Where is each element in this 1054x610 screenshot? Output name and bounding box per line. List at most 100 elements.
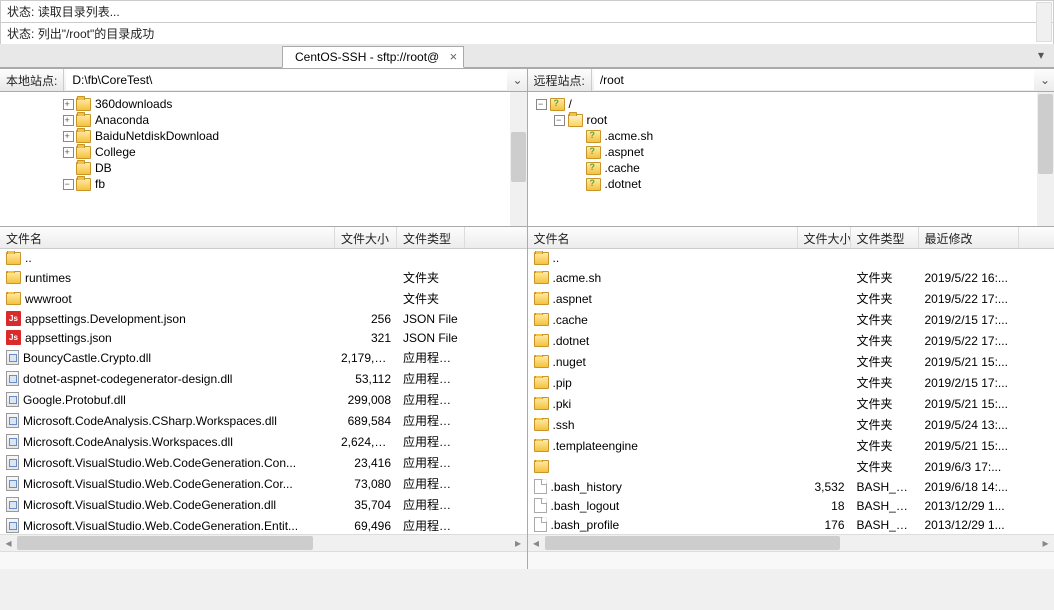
expand-icon[interactable] xyxy=(62,146,74,158)
tree-item[interactable]: .acme.sh xyxy=(528,128,1054,144)
local-hscroll[interactable]: ◂ ▸ xyxy=(0,534,527,551)
arrow-left-icon[interactable]: ◂ xyxy=(528,535,545,551)
file-row[interactable]: Microsoft.CodeAnalysis.Workspaces.dll2,6… xyxy=(0,431,527,452)
file-row[interactable]: Microsoft.VisualStudio.Web.CodeGeneratio… xyxy=(0,515,527,534)
dll-file-icon xyxy=(6,392,19,407)
file-row[interactable]: .pki文件夹2019/5/21 15:... xyxy=(528,393,1054,414)
file-size: 35,704 xyxy=(335,498,397,512)
file-row[interactable]: .dotnet文件夹2019/5/22 17:... xyxy=(528,330,1054,351)
remote-tree[interactable]: /root.acme.sh.aspnet.cache.dotnet xyxy=(528,92,1054,227)
col-name[interactable]: 文件名 xyxy=(0,227,335,248)
file-row[interactable]: Microsoft.CodeAnalysis.CSharp.Workspaces… xyxy=(0,410,527,431)
chevron-down-icon[interactable]: ▾ xyxy=(1032,46,1050,64)
tree-item[interactable]: / xyxy=(528,96,1054,112)
file-name: Microsoft.VisualStudio.Web.CodeGeneratio… xyxy=(23,498,276,512)
file-size: 2,624,944 xyxy=(335,435,397,449)
file-modified: 2019/5/21 15:... xyxy=(919,355,1019,369)
file-type: 应用程序扩 xyxy=(397,391,465,408)
file-row[interactable]: Google.Protobuf.dll299,008应用程序扩 xyxy=(0,389,527,410)
arrow-right-icon[interactable]: ▸ xyxy=(510,535,527,551)
file-row[interactable]: .bash_profile176BASH_PR...2013/12/29 1..… xyxy=(528,515,1054,534)
file-row[interactable]: .nuget文件夹2019/5/21 15:... xyxy=(528,351,1054,372)
tree-label: .aspnet xyxy=(605,145,644,159)
tree-item[interactable]: DB xyxy=(0,160,527,176)
dll-file-icon xyxy=(6,350,19,365)
file-row[interactable]: .. xyxy=(0,249,527,267)
file-row[interactable]: BouncyCastle.Crypto.dll2,179,584应用程序扩 xyxy=(0,347,527,368)
arrow-left-icon[interactable]: ◂ xyxy=(0,535,17,551)
expand-icon[interactable] xyxy=(62,98,74,110)
col-size[interactable]: 文件大小 xyxy=(798,227,851,248)
connection-tab[interactable]: CentOS-SSH - sftp://root@ × xyxy=(282,46,464,68)
file-row[interactable]: runtimes文件夹 xyxy=(0,267,527,288)
remote-hscroll[interactable]: ◂ ▸ xyxy=(528,534,1054,551)
tree-spacer xyxy=(572,130,584,142)
file-row[interactable]: .ssh文件夹2019/5/24 13:... xyxy=(528,414,1054,435)
file-row[interactable]: wwwroot文件夹 xyxy=(0,288,527,309)
expand-icon[interactable] xyxy=(62,114,74,126)
col-size[interactable]: 文件大小 xyxy=(335,227,397,248)
file-name: Microsoft.CodeAnalysis.CSharp.Workspaces… xyxy=(23,414,277,428)
expand-icon[interactable] xyxy=(62,130,74,142)
file-icon xyxy=(534,498,547,513)
file-name: appsettings.json xyxy=(25,331,112,345)
chevron-down-icon[interactable]: ⌄ xyxy=(1036,73,1054,87)
file-row[interactable]: .bash_history3,532BASH_HIS...2019/6/18 1… xyxy=(528,477,1054,496)
tree-scrollbar[interactable] xyxy=(1037,92,1054,226)
file-row[interactable]: Jsappsettings.Development.json256JSON Fi… xyxy=(0,309,527,328)
json-file-icon: Js xyxy=(6,311,21,326)
local-tree[interactable]: 360downloadsAnacondaBaiduNetdiskDownload… xyxy=(0,92,527,227)
unknown-folder-icon xyxy=(550,98,565,111)
col-type[interactable]: 文件类型 xyxy=(397,227,465,248)
local-file-list[interactable]: ..runtimes文件夹wwwroot文件夹Jsappsettings.Dev… xyxy=(0,249,527,534)
remote-path-bar: 远程站点: ⌄ xyxy=(528,68,1054,92)
arrow-right-icon[interactable]: ▸ xyxy=(1037,535,1054,551)
col-type[interactable]: 文件类型 xyxy=(851,227,919,248)
tree-item[interactable]: College xyxy=(0,144,527,160)
tree-label: DB xyxy=(95,161,112,175)
file-row[interactable]: Microsoft.VisualStudio.Web.CodeGeneratio… xyxy=(0,494,527,515)
tree-item[interactable]: root xyxy=(528,112,1054,128)
file-row[interactable]: Jsappsettings.json321JSON File xyxy=(0,328,527,347)
chevron-down-icon[interactable]: ⌄ xyxy=(509,73,527,87)
tree-item[interactable]: 360downloads xyxy=(0,96,527,112)
remote-path-input[interactable] xyxy=(594,70,1034,90)
file-row[interactable]: .cache文件夹2019/2/15 17:... xyxy=(528,309,1054,330)
collapse-icon[interactable] xyxy=(536,98,548,110)
tree-scrollbar[interactable] xyxy=(510,92,527,226)
tree-item[interactable]: fb xyxy=(0,176,527,192)
close-icon[interactable]: × xyxy=(450,49,458,64)
status-scrollbar[interactable] xyxy=(1036,2,1052,42)
tree-item[interactable]: Anaconda xyxy=(0,112,527,128)
file-name: Microsoft.VisualStudio.Web.CodeGeneratio… xyxy=(23,477,293,491)
file-row[interactable]: .acme.sh文件夹2019/5/22 16:... xyxy=(528,267,1054,288)
file-size: 256 xyxy=(335,312,397,326)
file-row[interactable]: .templateengine文件夹2019/5/21 15:... xyxy=(528,435,1054,456)
tree-item[interactable]: .cache xyxy=(528,160,1054,176)
remote-file-list[interactable]: ...acme.sh文件夹2019/5/22 16:....aspnet文件夹2… xyxy=(528,249,1054,534)
file-row[interactable]: Microsoft.VisualStudio.Web.CodeGeneratio… xyxy=(0,452,527,473)
tree-label: BaiduNetdiskDownload xyxy=(95,129,219,143)
folder-icon xyxy=(534,313,549,326)
remote-path-label: 远程站点: xyxy=(528,69,592,91)
collapse-icon[interactable] xyxy=(554,114,566,126)
file-modified: 2019/6/18 14:... xyxy=(919,480,1019,494)
tree-item[interactable]: .dotnet xyxy=(528,176,1054,192)
file-row[interactable]: .pip文件夹2019/2/15 17:... xyxy=(528,372,1054,393)
file-row[interactable]: .aspnet文件夹2019/5/22 17:... xyxy=(528,288,1054,309)
file-row[interactable]: .. xyxy=(528,249,1054,267)
remote-list-header[interactable]: 文件名 文件大小 文件类型 最近修改 xyxy=(528,227,1054,249)
file-row[interactable]: dotnet-aspnet-codegenerator-design.dll53… xyxy=(0,368,527,389)
file-name: .aspnet xyxy=(553,292,592,306)
tree-item[interactable]: .aspnet xyxy=(528,144,1054,160)
col-name[interactable]: 文件名 xyxy=(528,227,798,248)
file-row[interactable]: .bash_logout18BASH_LO...2013/12/29 1... xyxy=(528,496,1054,515)
file-row[interactable]: Microsoft.VisualStudio.Web.CodeGeneratio… xyxy=(0,473,527,494)
tree-item[interactable]: BaiduNetdiskDownload xyxy=(0,128,527,144)
collapse-icon[interactable] xyxy=(62,178,74,190)
file-name: .acme.sh xyxy=(553,271,602,285)
local-list-header[interactable]: 文件名 文件大小 文件类型 xyxy=(0,227,527,249)
col-modified[interactable]: 最近修改 xyxy=(919,227,1019,248)
local-path-input[interactable] xyxy=(66,70,506,90)
file-row[interactable]: 文件夹2019/6/3 17:... xyxy=(528,456,1054,477)
